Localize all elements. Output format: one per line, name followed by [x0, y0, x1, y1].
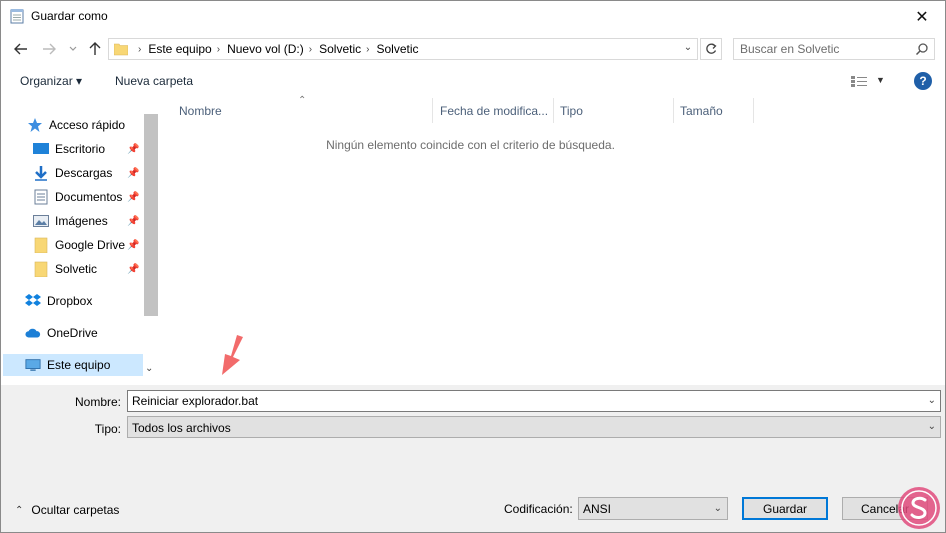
download-icon	[33, 165, 49, 181]
title-bar: Guardar como ✕	[1, 1, 945, 32]
search-icon[interactable]	[915, 42, 929, 56]
hide-folders-label: Ocultar carpetas	[31, 503, 120, 517]
column-header-tipo[interactable]: Tipo	[554, 98, 674, 123]
folder-icon	[114, 43, 128, 56]
command-toolbar: Organizar ▾ Nueva carpeta ▼ ?	[1, 67, 945, 95]
save-as-dialog: Guardar como ✕ › Este equipo › Nuevo vol…	[0, 0, 946, 533]
chevron-right-icon[interactable]: ›	[217, 44, 220, 55]
sidebar-item-label: Escritorio	[55, 142, 106, 156]
close-button[interactable]: ✕	[899, 1, 945, 32]
folder-icon	[33, 237, 49, 253]
filename-input[interactable]	[132, 393, 912, 409]
sidebar-item-descargas[interactable]: Descargas	[33, 162, 112, 184]
dropbox-icon	[25, 293, 41, 309]
solvetic-logo-icon	[898, 487, 940, 529]
breadcrumb-item[interactable]: Solvetic	[319, 42, 361, 56]
back-arrow-icon[interactable]	[11, 39, 31, 59]
sidebar-item-label: Acceso rápido	[49, 118, 126, 132]
sidebar-item-este-equipo[interactable]: Este equipo	[3, 354, 143, 376]
empty-state-message: Ningún elemento coincide con el criterio…	[326, 138, 615, 152]
address-bar[interactable]: › Este equipo › Nuevo vol (D:) › Solveti…	[108, 38, 698, 60]
filetype-value: Todos los archivos	[132, 421, 231, 435]
file-list[interactable]: ⌃ Nombre Fecha de modifica... Tipo Tamañ…	[158, 95, 945, 383]
organize-button[interactable]: Organizar ▾	[20, 74, 82, 88]
pin-icon[interactable]: 📌	[127, 168, 139, 179]
cloud-icon	[25, 325, 41, 341]
chevron-right-icon[interactable]: ›	[366, 44, 369, 55]
navigation-bar: › Este equipo › Nuevo vol (D:) › Solveti…	[1, 34, 945, 64]
breadcrumb-item[interactable]: Solvetic	[376, 42, 418, 56]
sidebar-item-label: Solvetic	[55, 262, 98, 276]
pin-icon[interactable]: 📌	[127, 264, 139, 275]
sidebar-item-label: Descargas	[55, 166, 113, 180]
hide-folders-button[interactable]: ⌃ Ocultar carpetas	[15, 503, 119, 517]
help-button[interactable]: ?	[914, 72, 932, 90]
chevron-right-icon[interactable]: ›	[309, 44, 312, 55]
sidebar-scrollbar-thumb[interactable]	[144, 114, 158, 316]
sidebar-item-dropbox[interactable]: Dropbox	[25, 290, 92, 312]
pin-icon[interactable]: 📌	[127, 192, 139, 203]
chevron-down-icon[interactable]: ⌄	[928, 421, 936, 432]
encoding-select[interactable]: ANSI ⌄	[578, 497, 728, 520]
star-icon	[27, 117, 43, 133]
chevron-down-icon[interactable]: ⌄	[681, 42, 695, 56]
sidebar-item-quick-access[interactable]: Acceso rápido	[27, 114, 125, 136]
search-box[interactable]	[733, 38, 935, 60]
breadcrumb-item[interactable]: Nuevo vol (D:)	[227, 42, 304, 56]
view-options-icon[interactable]	[851, 75, 867, 88]
sidebar-item-google-drive[interactable]: Google Drive	[33, 234, 125, 256]
new-folder-button[interactable]: Nueva carpeta	[115, 74, 193, 88]
dialog-footer: ⌃ Ocultar carpetas Codificación: ANSI ⌄ …	[1, 445, 945, 532]
sidebar-item-label: Este equipo	[47, 358, 111, 372]
column-header-nombre[interactable]: Nombre	[173, 98, 433, 123]
sidebar-item-label: Documentos	[55, 190, 123, 204]
column-header-fecha[interactable]: Fecha de modifica...	[434, 98, 554, 123]
desktop-icon	[33, 141, 49, 157]
chevron-down-icon[interactable]: ⌄	[714, 503, 722, 514]
view-dropdown-icon[interactable]: ▼	[876, 75, 885, 85]
filetype-select[interactable]: Todos los archivos ⌄	[127, 416, 941, 438]
save-button[interactable]: Guardar	[742, 497, 828, 520]
annotation-arrow-icon	[222, 335, 243, 375]
sidebar-item-escritorio[interactable]: Escritorio	[33, 138, 105, 160]
search-input[interactable]	[740, 41, 910, 57]
pin-icon[interactable]: 📌	[127, 240, 139, 251]
sidebar-item-label: Dropbox	[47, 294, 93, 308]
notepad-icon	[10, 9, 24, 24]
breadcrumb-item[interactable]: Este equipo	[148, 42, 211, 56]
filename-combobox[interactable]: ⌄	[127, 390, 941, 412]
window-title: Guardar como	[31, 9, 108, 23]
computer-icon	[25, 357, 41, 373]
sidebar-item-label: Imágenes	[55, 214, 108, 228]
encoding-label: Codificación:	[504, 502, 573, 516]
pin-icon[interactable]: 📌	[127, 144, 139, 155]
forward-arrow-icon[interactable]	[39, 39, 59, 59]
up-arrow-icon[interactable]	[85, 39, 105, 59]
recent-locations-chevron-icon[interactable]	[63, 39, 83, 59]
type-label: Tipo:	[94, 422, 121, 436]
encoding-value: ANSI	[583, 502, 612, 516]
document-icon	[33, 189, 49, 205]
refresh-button[interactable]	[700, 38, 722, 60]
column-header-tamano[interactable]: Tamaño	[674, 98, 754, 123]
sidebar-item-solvetic[interactable]: Solvetic	[33, 258, 97, 280]
sidebar-item-onedrive[interactable]: OneDrive	[25, 322, 98, 344]
scroll-down-chevron-icon[interactable]: ⌄	[145, 363, 153, 374]
name-label: Nombre:	[74, 395, 121, 409]
refresh-icon	[706, 43, 717, 54]
sidebar-item-label: Google Drive	[55, 238, 126, 252]
chevron-right-icon: ›	[138, 43, 142, 55]
sidebar-item-documentos[interactable]: Documentos	[33, 186, 122, 208]
chevron-down-icon[interactable]: ⌄	[928, 395, 936, 406]
save-form: Nombre: ⌄ Tipo: Todos los archivos ⌄	[1, 385, 945, 445]
image-icon	[33, 213, 49, 229]
navigation-pane: Acceso rápido Escritorio 📌 Descargas 📌 D…	[3, 98, 158, 378]
sidebar-item-label: OneDrive	[47, 326, 98, 340]
folder-icon	[33, 261, 49, 277]
chevron-up-icon: ⌃	[15, 504, 24, 516]
pin-icon[interactable]: 📌	[127, 216, 139, 227]
breadcrumb: › Este equipo › Nuevo vol (D:) › Solveti…	[133, 42, 419, 56]
sidebar-item-imagenes[interactable]: Imágenes	[33, 210, 108, 232]
